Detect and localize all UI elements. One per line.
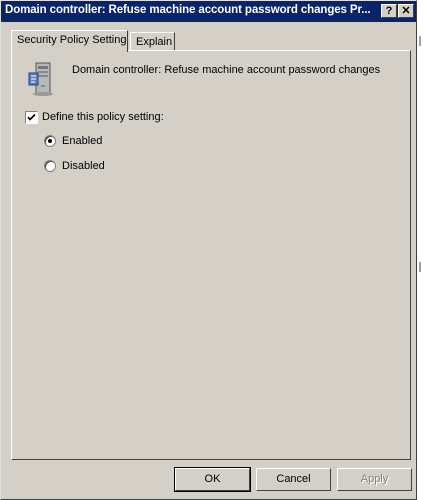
checkmark-icon [27,113,36,121]
policy-dialog: Domain controller: Refuse machine accoun… [0,0,417,500]
define-policy-label[interactable]: Define this policy setting: [42,111,164,123]
enabled-radio[interactable] [44,135,56,147]
policy-name: Domain controller: Refuse machine accoun… [72,64,381,76]
tab-explain[interactable]: Explain [130,32,175,51]
disabled-label[interactable]: Disabled [62,160,105,172]
radio-dot [48,139,52,143]
ok-button[interactable]: OK [174,467,251,492]
tab-label: Explain [136,36,173,48]
cancel-button[interactable]: Cancel [256,468,331,491]
tab-security-policy-setting[interactable]: Security Policy Setting [11,30,128,52]
edge-mark [419,262,421,272]
enabled-label[interactable]: Enabled [62,135,102,147]
disabled-radio[interactable] [44,160,56,172]
title-bar[interactable]: Domain controller: Refuse machine accoun… [1,1,416,22]
edge-mark [419,36,421,46]
close-button[interactable]: ✕ [398,4,414,18]
help-button[interactable]: ? [381,4,397,18]
tab-label: Security Policy Setting [17,34,127,46]
apply-button[interactable]: Apply [337,468,412,491]
server-policy-icon [27,61,59,100]
window-title: Domain controller: Refuse machine accoun… [5,4,371,16]
background-window-edge [417,0,423,500]
define-policy-checkbox[interactable] [25,111,38,124]
tab-panel: Domain controller: Refuse machine accoun… [11,50,411,460]
